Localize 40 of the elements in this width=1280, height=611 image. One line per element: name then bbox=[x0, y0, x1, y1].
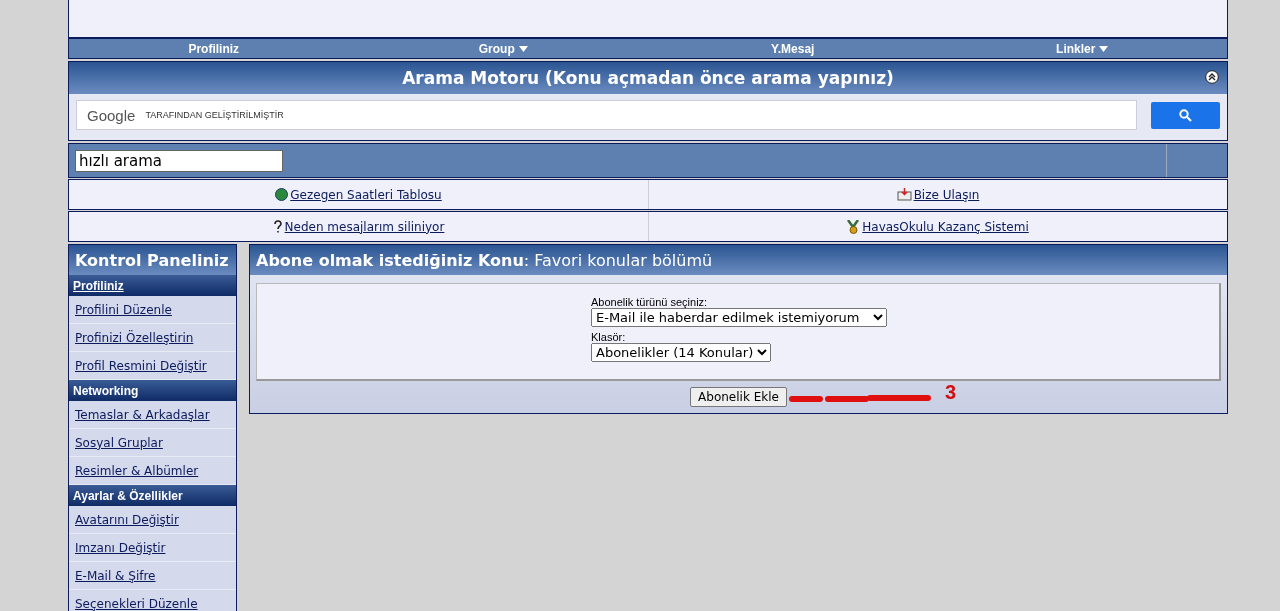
panel-title: Arama Motoru (Konu açmadan önce arama yapınız) bbox=[402, 68, 894, 88]
sidebar-link[interactable]: Resimler & Albümler bbox=[75, 463, 199, 478]
dropdown[interactable]: Abonelikler (14 Konular) bbox=[591, 343, 771, 362]
sidebar-title: Kontrol Paneliniz bbox=[75, 250, 229, 270]
section-heading: Networking bbox=[73, 383, 139, 398]
content-title: Abone olmak istediğiniz Konu: Favori konular bölümü bbox=[256, 250, 713, 270]
field-label: Abonelik türünü seçiniz: bbox=[591, 296, 708, 308]
nav-link[interactable]: Linkler bbox=[937, 39, 1227, 58]
sidebar-link[interactable]: Avatarını Değiştir bbox=[75, 512, 179, 527]
sidebar-link[interactable]: E-Mail & Şifre bbox=[75, 568, 156, 583]
link[interactable]: HavasOkulu Kazanç Sistemi bbox=[847, 219, 1029, 234]
search-button[interactable] bbox=[1151, 101, 1220, 129]
field-label: Klasör: bbox=[591, 331, 626, 343]
link[interactable]: Bize Ulaşın bbox=[896, 187, 980, 202]
dropdown[interactable]: E-Mail ile haberdar edilmek istemiyorum bbox=[591, 308, 887, 327]
nav-link[interactable]: Group bbox=[358, 39, 648, 58]
search-field[interactable]: Google TARAFINDAN GELİŞTİRİLMİŞTİR bbox=[76, 100, 1137, 130]
sidebar-link[interactable]: Profil Resmini Değiştir bbox=[75, 358, 207, 373]
sidebar-link[interactable]: Seçenekleri Düzenle bbox=[75, 596, 198, 611]
nav-link[interactable]: Profiliniz bbox=[69, 39, 359, 58]
sidebar-link[interactable]: Imzanı Değiştir bbox=[75, 540, 166, 555]
subscribe-button[interactable]: Abonelik Ekle bbox=[690, 387, 787, 407]
annotation-number: 3 bbox=[945, 381, 957, 404]
sidebar-link[interactable]: Temaslar & Arkadaşlar bbox=[75, 407, 210, 422]
inbox-icon bbox=[896, 188, 912, 201]
collapse-icon[interactable] bbox=[1205, 70, 1219, 84]
medal-icon bbox=[847, 219, 861, 234]
link[interactable]: Neden mesajlarım siliniyor bbox=[272, 219, 445, 234]
quick-search-field[interactable]: hızlı arama bbox=[75, 149, 283, 172]
sidebar-link[interactable]: Profinizi Özelleştirin bbox=[75, 330, 194, 345]
sidebar-link[interactable]: Sosyal Gruplar bbox=[75, 435, 163, 450]
globe-icon bbox=[275, 188, 289, 201]
brand-logo: Google bbox=[87, 106, 136, 124]
search-icon bbox=[1179, 108, 1192, 122]
section-heading: Ayarlar & Özellikler bbox=[73, 488, 183, 503]
nav-link[interactable]: Y.Mesaj bbox=[648, 39, 938, 58]
branding-note: TARAFINDAN GELİŞTİRİLMİŞTİR bbox=[145, 110, 284, 120]
sidebar-link[interactable]: Profilini Düzenle bbox=[75, 302, 172, 317]
link[interactable]: Gezegen Saatleri Tablosu bbox=[275, 187, 442, 202]
question-icon bbox=[272, 220, 283, 233]
